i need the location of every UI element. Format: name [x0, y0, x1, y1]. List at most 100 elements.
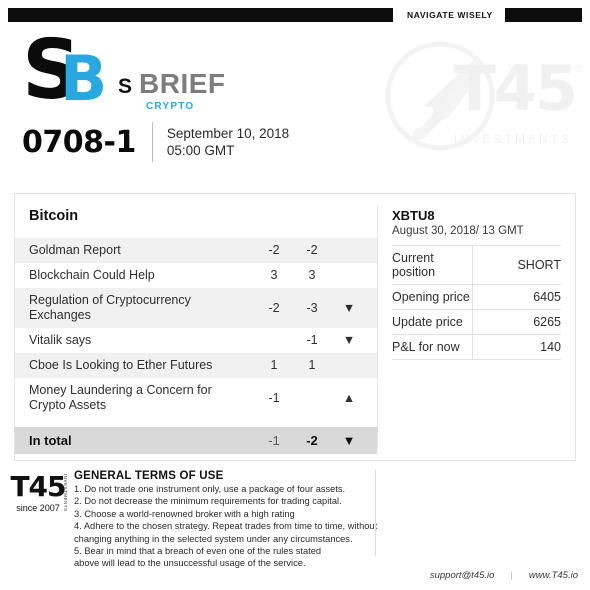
- contact-info: support@t45.io | www.T45.io: [430, 570, 578, 581]
- logo-letter-b: B: [60, 42, 108, 115]
- position-table-body: Current position SHORT Opening price 6405 Up…: [392, 245, 561, 360]
- watermark-subtitle: INVESTMENTS: [453, 132, 572, 146]
- news-score-2: [293, 378, 331, 418]
- table-spacer: [15, 418, 377, 427]
- terms-lines: 1. Do not trade one instrument only, use…: [74, 483, 590, 570]
- position-table: Current position SHORT Opening price 6405 Up…: [392, 245, 561, 360]
- news-panel: Bitcoin Goldman Report -2 -2 Blockchain Cou…: [15, 194, 377, 460]
- terms-title: GENERAL TERMS OF USE: [74, 470, 224, 482]
- top-banner-bar: NAVIGATE WISELY: [0, 8, 590, 22]
- position-label: Opening price: [392, 284, 473, 310]
- news-table: Goldman Report -2 -2 Blockchain Could Help 3…: [15, 238, 377, 454]
- terms-line: 4. Adhere to the chosen strategy. Repeat…: [74, 521, 378, 532]
- issue-datetime: September 10, 2018 05:00 GMT: [167, 125, 289, 159]
- watermark-brand: T45: [453, 52, 578, 125]
- trend-down-icon: ▼: [342, 300, 356, 315]
- news-score-2: -2: [306, 243, 318, 257]
- news-table-body: Goldman Report -2 -2 Blockchain Could Help 3…: [15, 238, 377, 454]
- terms-line: 1. Do not trade one instrument only, use…: [74, 484, 346, 494]
- news-headline: Money Laundering a Concern for Crypto As…: [29, 383, 212, 412]
- top-bar-segment-right: [504, 8, 582, 22]
- table-spacer-cell: [15, 418, 377, 427]
- position-row: Opening price 6405: [392, 284, 561, 310]
- news-score-2: -3: [306, 300, 318, 315]
- support-email[interactable]: support@t45.io: [430, 570, 495, 581]
- total-score-1: -1: [268, 433, 280, 448]
- position-label: P&L for now: [392, 334, 473, 360]
- footer-vertical-divider: [375, 470, 376, 556]
- instrument-name: XBTU8: [392, 208, 435, 223]
- table-row: Vitalik says -1 ▼: [15, 328, 377, 353]
- position-value: 6405: [472, 284, 561, 310]
- news-score-2: 3: [308, 268, 316, 282]
- position-timestamp: August 30, 2018/ 13 GMT: [392, 225, 524, 237]
- news-score-2: 1: [308, 358, 316, 372]
- position-value: 6265: [472, 309, 561, 335]
- news-score-1: 3: [270, 268, 278, 282]
- news-headline: Goldman Report: [29, 243, 121, 257]
- brief-card: Bitcoin Goldman Report -2 -2 Blockchain Cou…: [14, 193, 576, 461]
- news-headline: Regulation of Cryptocurrency Exchanges: [29, 293, 191, 322]
- position-label: Update price: [392, 309, 473, 335]
- contact-separator: |: [510, 570, 513, 581]
- news-score-1: -2: [268, 300, 280, 315]
- asset-title: Bitcoin: [29, 208, 79, 224]
- issue-number: 0708-1: [22, 124, 136, 160]
- issue-time: 05:00 GMT: [166, 143, 235, 158]
- t45-footer-logo: T45 INVESTMENTS since 2007: [0, 470, 68, 514]
- terms-line: changing anything in the selected system…: [74, 533, 353, 544]
- wordmark-s: S: [118, 75, 133, 98]
- top-bar-segment-left: [8, 8, 393, 22]
- news-headline: Vitalik says: [29, 333, 92, 347]
- t45-footer-brand: T45: [10, 470, 66, 503]
- issue-divider: [151, 122, 153, 162]
- position-row: P&L for now 140: [392, 334, 561, 360]
- tagline-text: NAVIGATE WISELY: [407, 10, 493, 20]
- total-label: In total: [29, 433, 72, 448]
- total-row: In total -1 -2 ▼: [15, 427, 377, 454]
- table-row: Money Laundering a Concern for Crypto As…: [15, 378, 377, 418]
- news-score-1: -1: [268, 390, 280, 405]
- footer: T45 INVESTMENTS since 2007 GENERAL TERMS…: [0, 470, 590, 581]
- position-label: Current position: [392, 245, 473, 285]
- wordmark-subtitle: CRYPTO: [146, 101, 195, 112]
- trend-none-icon: [331, 238, 377, 263]
- trend-none-icon: [331, 353, 377, 378]
- t45-footer-vertical-label: INVESTMENTS: [63, 474, 68, 512]
- terms-line: 2. Do not decrease the minimum requireme…: [74, 496, 342, 507]
- table-row: Blockchain Could Help 3 3: [15, 263, 377, 288]
- trend-none-icon: [331, 263, 377, 288]
- total-score-2: -2: [306, 433, 318, 448]
- position-direction-badge: SHORT: [472, 245, 561, 285]
- position-panel: XBTU8 August 30, 2018/ 13 GMT Current po…: [378, 194, 575, 460]
- table-row: Cboe Is Looking to Ether Futures 1 1: [15, 353, 377, 378]
- terms-line: 5. Bear in mind that a breach of even on…: [74, 546, 322, 557]
- table-row: Goldman Report -2 -2: [15, 238, 377, 263]
- masthead: S B S BRIEF CRYPTO 0708-1 September 10, …: [0, 26, 590, 176]
- terms-block: GENERAL TERMS OF USE 1. Do not trade one…: [68, 470, 590, 570]
- terms-line: 3. Choose a world-renowned broker with a…: [74, 508, 295, 519]
- issue-block: 0708-1 September 10, 2018 05:00 GMT: [22, 122, 289, 162]
- footer-inner: T45 INVESTMENTS since 2007 GENERAL TERMS…: [0, 470, 590, 570]
- watermark-registered-icon: ®: [575, 64, 582, 74]
- terms-line: above will lead to the unsuccessful usag…: [74, 558, 306, 569]
- t45-watermark: T45 ® INVESTMENTS: [372, 32, 582, 162]
- news-headline: Cboe Is Looking to Ether Futures: [29, 358, 213, 372]
- trend-down-icon: ▼: [342, 333, 356, 347]
- news-score-2: -1: [306, 333, 318, 347]
- t45-footer-since: since 2007: [16, 503, 60, 513]
- wordmark-brief: BRIEF: [139, 68, 226, 99]
- table-row: Regulation of Cryptocurrency Exchanges -2…: [15, 288, 377, 328]
- website-link[interactable]: www.T45.io: [529, 570, 578, 581]
- sbrief-logo-icon: S B: [22, 30, 122, 112]
- issue-date: September 10, 2018: [166, 126, 290, 141]
- position-value: 140: [472, 334, 561, 360]
- position-row: Current position SHORT: [392, 245, 561, 285]
- trend-up-icon: ▲: [342, 390, 356, 405]
- trend-down-icon: ▼: [342, 433, 356, 448]
- position-row: Update price 6265: [392, 309, 561, 335]
- news-headline: Blockchain Could Help: [29, 268, 155, 282]
- news-score-1: [255, 328, 293, 353]
- news-score-1: -2: [268, 243, 280, 257]
- wordmark: S BRIEF CRYPTO: [118, 68, 226, 112]
